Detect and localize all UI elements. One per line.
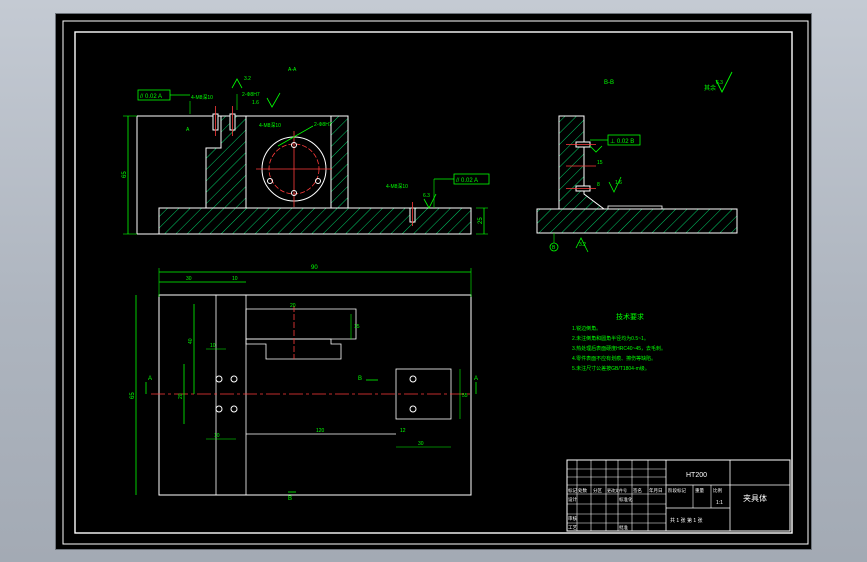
tech-req-item-1: 1.锐边倒角。 [572,325,601,332]
roughness-3: 6.3 [423,193,430,199]
tb-scale-value: 1:1 [716,500,723,506]
section-mark-mid: B [358,376,362,382]
front-section-view[interactable]: 65 25 // 0.02 A 4-M8深10 A-A 3.2 2-Φ8H7 1… [122,67,490,235]
roughness-note-value: 6.3 [716,80,723,86]
tb-label-review: 审核 [568,515,577,522]
cad-viewport[interactable]: 65 25 // 0.02 A 4-M8深10 A-A 3.2 2-Φ8H7 1… [55,13,812,550]
dim-plan-v2: 20 [178,393,184,399]
title-block[interactable]: 标记 处数 分区 更改文件号 签名 年月日 设计 标准化 审核 工艺 批准 阶段… [566,459,791,532]
tb-label-standard: 标准化 [619,496,633,503]
dim-right-block-height: 55 [462,393,468,399]
tb-label-scale: 比例 [713,487,722,494]
tech-req-item-3: 3.热处理后表面硬度HRC40~45，去毛刺。 [572,345,666,352]
side-base [536,208,738,234]
right-upright [330,115,349,209]
tb-part-name: 夹具体 [743,493,767,503]
hole-spec-3: 4-M8深10 [386,183,408,190]
hole-spec-1: 4-M8深10 [191,94,213,101]
base-plate [158,207,472,235]
roughness-note: 其余 [704,84,716,92]
plan-slot [245,308,357,340]
side-roughness: 1.6 [615,180,622,186]
dim-hole-spacing-4: 10 [214,433,220,439]
left-upright [205,115,247,209]
perpendicular-tolerance: ⊥ 0.02 B [610,138,634,145]
tech-req-item-5: 5.未注尺寸公差按GB/T1804-m级。 [572,365,650,372]
plan-outline [158,294,472,496]
cad-drawing[interactable]: 65 25 // 0.02 A 4-M8深10 A-A 3.2 2-Φ8H7 1… [56,14,811,549]
side-roughness-2: 3.2 [579,242,586,248]
dim-slot-width: 20 [290,303,296,309]
dim-right-vertical: 25 [478,217,484,224]
dim-left-offset-2: 10 [232,276,238,282]
tb-label-design: 设计 [568,496,577,503]
tb-label-sign: 签名 [633,487,642,494]
datum-b-label: B [552,245,556,251]
section-label-b: B-B [604,80,614,86]
tb-label-mark: 标记 [568,487,577,494]
side-dim-2: 8 [597,182,600,188]
roughness-1: 3.2 [244,76,251,82]
dim-plan-height: 65 [130,392,136,399]
tech-req-title: 技术要求 [616,312,644,321]
tb-label-change: 更改文件号 [607,487,627,493]
dim-right-block-width: 30 [418,441,424,447]
section-mark-left: A [148,376,152,382]
sheet-inner-border [74,31,793,534]
section-label-a: A-A [288,67,297,73]
dim-left-vertical: 65 [122,171,128,178]
hole-spec-2: 2-Φ8H7 [242,92,260,98]
section-mark-right: A [474,376,478,382]
dim-right-block-12: 12 [400,428,406,434]
tb-drawing-number: HT200 [686,472,707,479]
roughness-2: 1.6 [252,100,259,106]
tb-label-date: 年月日 [649,487,663,494]
tb-label-weight: 重量 [695,487,704,494]
tb-sheet: 共 1 张 第 1 张 [670,517,703,524]
parallel-tolerance-2: // 0.02 A [456,178,478,184]
dim-slot-length: 120 [316,428,325,434]
tech-req-item-2: 2.未注倒角和圆角半径均为0.5~1。 [572,335,649,342]
datum-a-label: A [186,127,190,133]
tech-requirements: 技术要求 1.锐边倒角。 2.未注倒角和圆角半径均为0.5~1。 3.热处理后表… [572,312,666,372]
dim-slot-depth: 15 [354,324,360,330]
tb-label-stage: 阶段标记 [668,487,686,494]
side-section-view[interactable]: B-B ⊥ 0.02 B 15 8 1.6 B 3.2 其余 6.3 [536,71,738,253]
flange-label: 2-Φ8H7 [314,122,332,128]
bolt-circle-label: 4-M8深10 [259,122,281,129]
tb-label-approve: 批准 [619,524,628,531]
section-mark-bottom: B [288,496,292,502]
tb-label-zone: 分区 [593,487,602,494]
plan-view[interactable]: 90 30 10 65 40 20 10 10 20 120 15 55 30 … [130,265,478,502]
parallel-tolerance-1: // 0.02 A [140,94,162,100]
dim-overall-length: 90 [311,265,318,271]
tb-label-count: 处数 [578,487,587,494]
tech-req-item-4: 4.零件表面不应有划痕、擦伤等缺陷。 [572,355,656,362]
side-dim-1: 15 [597,160,603,166]
dim-hole-spacing-3: 10 [210,343,216,349]
sheet-outer-border [62,20,809,545]
dim-left-offset-1: 30 [186,276,192,282]
dim-plan-v1: 40 [188,338,194,344]
tb-label-process: 工艺 [568,525,577,530]
